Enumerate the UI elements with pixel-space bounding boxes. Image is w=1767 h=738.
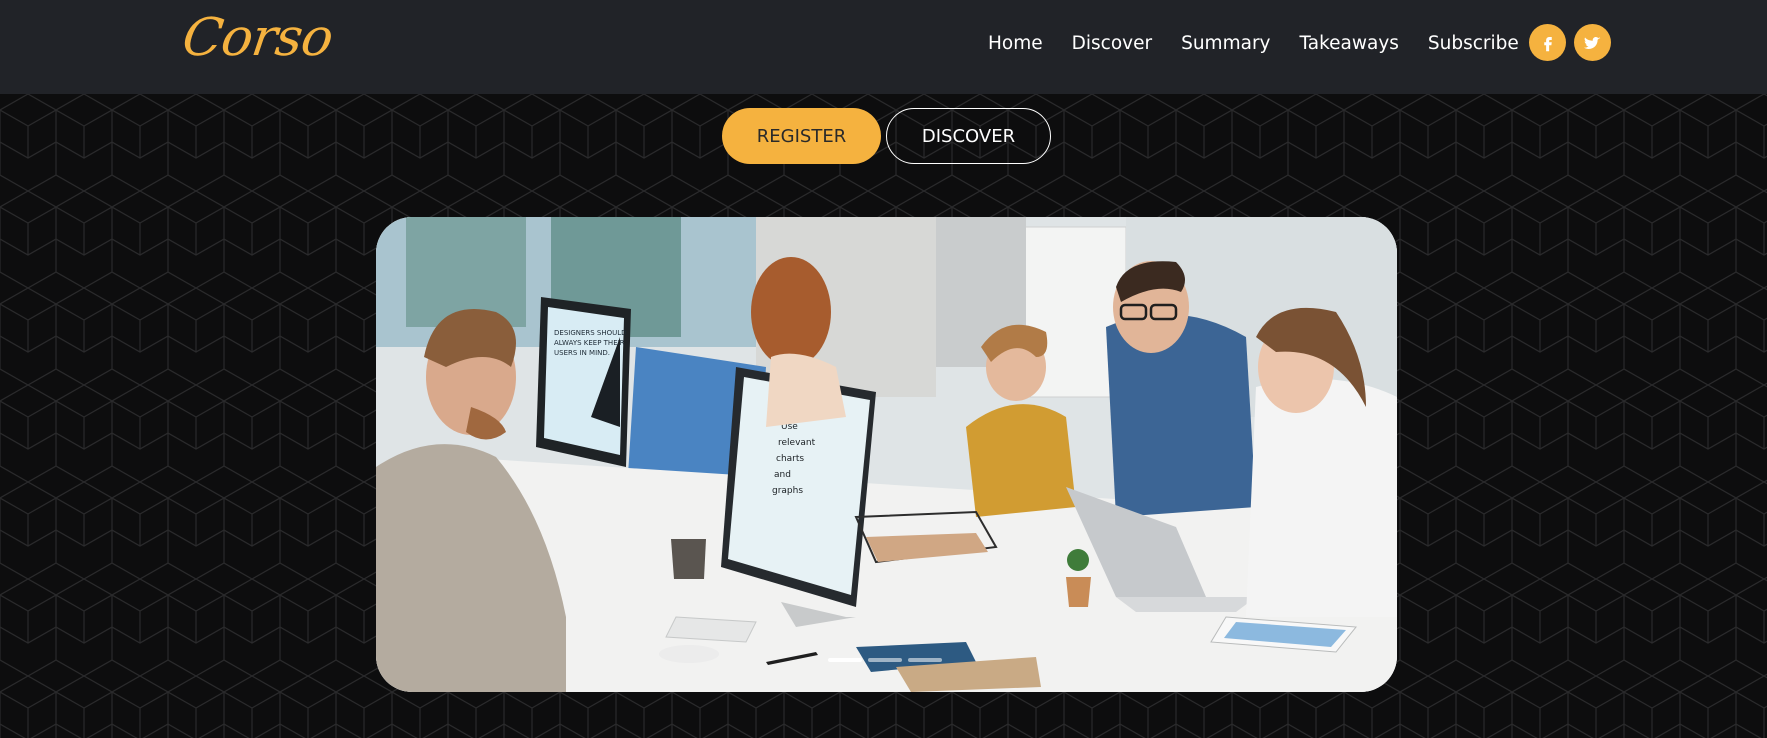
discover-button[interactable]: DISCOVER — [886, 108, 1051, 164]
twitter-icon — [1583, 36, 1600, 49]
svg-text:graphs: graphs — [772, 486, 803, 496]
nav-takeaways[interactable]: Takeaways — [1300, 33, 1399, 54]
slider-dot-2[interactable] — [868, 658, 902, 662]
hero-slider[interactable]: DESIGNERS SHOULD ALWAYS KEEP THEIR USERS… — [376, 217, 1397, 692]
main-nav: Home Discover Summary Takeaways Subscrib… — [988, 0, 1548, 86]
svg-text:relevant: relevant — [778, 438, 816, 448]
svg-text:ALWAYS KEEP THEIR: ALWAYS KEEP THEIR — [554, 339, 625, 347]
slider-dots — [828, 658, 942, 662]
slider-dot-3[interactable] — [908, 658, 942, 662]
nav-home[interactable]: Home — [988, 33, 1043, 54]
site-logo[interactable]: Corso — [179, 8, 336, 68]
register-button[interactable]: REGISTER — [722, 108, 881, 164]
svg-text:charts: charts — [776, 454, 804, 464]
site-header: Corso Home Discover Summary Takeaways Su… — [0, 0, 1767, 94]
facebook-link[interactable] — [1529, 24, 1566, 61]
nav-summary[interactable]: Summary — [1181, 33, 1270, 54]
screen-text-1: DESIGNERS SHOULD — [554, 329, 627, 337]
nav-discover[interactable]: Discover — [1072, 33, 1152, 54]
slider-dot-1[interactable] — [828, 658, 862, 662]
nav-subscribe[interactable]: Subscribe — [1428, 33, 1519, 54]
facebook-icon — [1543, 36, 1552, 51]
svg-text:and: and — [774, 470, 791, 480]
svg-text:USERS IN MIND.: USERS IN MIND. — [554, 349, 610, 357]
twitter-link[interactable] — [1574, 24, 1611, 61]
hero-image: DESIGNERS SHOULD ALWAYS KEEP THEIR USERS… — [376, 217, 1397, 692]
